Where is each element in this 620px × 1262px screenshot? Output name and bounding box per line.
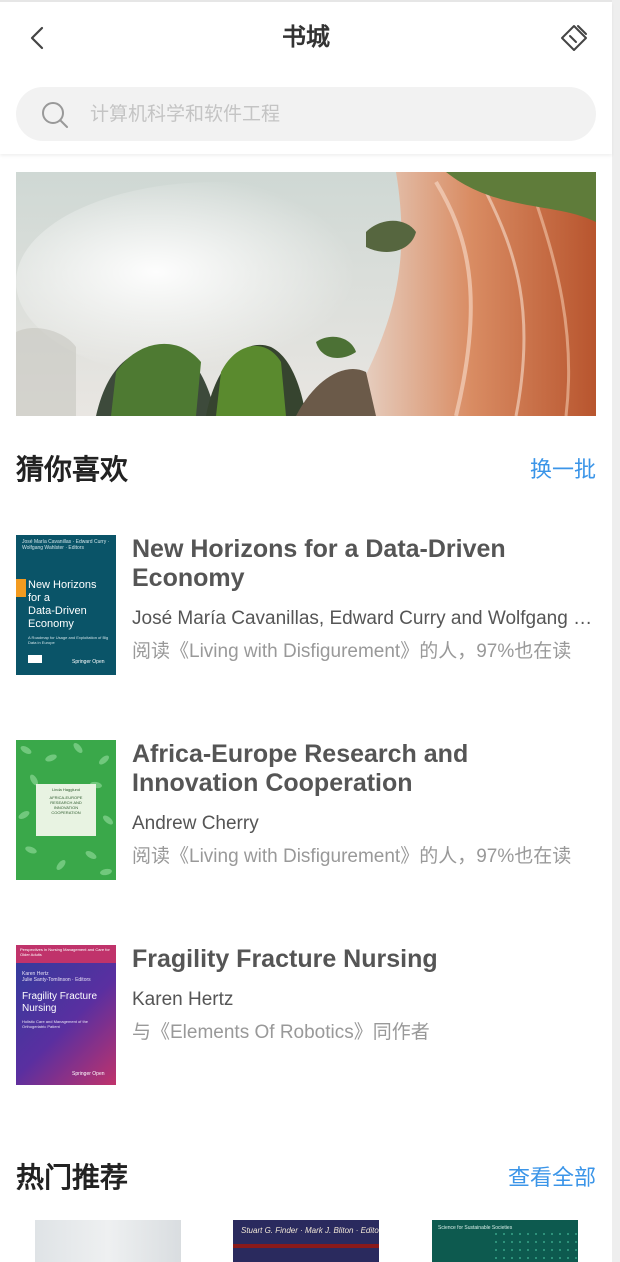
banner-image[interactable] <box>16 172 596 416</box>
hot-cover-stripe <box>233 1244 379 1248</box>
search-input[interactable] <box>88 87 582 143</box>
cover-title-line: Nursing <box>22 1003 57 1014</box>
bookstore-page: 书城 计算机科学和软件工程 猜你喜欢 换一批 José María Cavani… <box>0 0 612 1262</box>
book-item[interactable]: Perspectives in Nursing Management and C… <box>16 945 596 1085</box>
cover-top-text: José María Cavanillas · Edward Curry · W… <box>22 539 110 551</box>
book-info: New Horizons for a Data-Driven Economy J… <box>132 535 596 664</box>
scrollbar[interactable] <box>612 0 620 1262</box>
cover-title-line: Data-Driven <box>28 605 87 617</box>
book-cover: José María Cavanillas · Edward Curry · W… <box>16 535 116 675</box>
page-title: 书城 <box>282 24 330 51</box>
section-title-hot: 热门推荐 <box>16 1162 129 1193</box>
hot-book-cover[interactable]: Science for Sustainable Societies <box>432 1220 578 1262</box>
cover-title: AFRICA-EUROPE RESEARCH AND INNOVATION CO… <box>38 795 94 815</box>
book-cover: Perspectives in Nursing Management and C… <box>16 945 116 1085</box>
book-reason: 与《Elements Of Robotics》同作者 <box>132 1022 430 1043</box>
search-bar[interactable] <box>16 87 596 143</box>
book-title: Fragility Fracture Nursing <box>132 945 438 973</box>
cover-subtitle-line: Orthogeriatric Patient <box>22 1024 60 1029</box>
cover-stripe <box>16 579 26 597</box>
hot-book-cover[interactable]: Stuart G. Finder · Mark J. Bliton · Edit… <box>233 1220 379 1262</box>
book-author: Karen Hertz <box>132 989 234 1010</box>
cover-title-line: Economy <box>28 618 74 630</box>
hot-cover-pattern <box>492 1230 578 1262</box>
ticket-icon <box>561 25 587 51</box>
book-title: New Horizons for a Data-Driven Economy <box>132 535 506 592</box>
sign-in-button[interactable] <box>558 22 590 54</box>
cover-publisher: Springer Open <box>72 1071 105 1077</box>
guess-section-header: 猜你喜欢 换一批 <box>16 450 596 490</box>
cover-title: Fragility Fracture Nursing <box>22 991 114 1015</box>
cover-logo <box>28 655 42 663</box>
waterfall-image <box>16 172 596 416</box>
cover-top-text: Perspectives in Nursing Management and C… <box>20 947 110 957</box>
book-info: Fragility Fracture Nursing Karen Hertz 与… <box>132 945 596 1045</box>
cover-title-line: Fragility Fracture <box>22 991 98 1002</box>
book-reason: 阅读《Living with Disfigurement》的人，97%也在读 <box>132 846 572 867</box>
cover-top-text: Linda Hagglund <box>51 787 81 792</box>
hot-cover-text: Stuart G. Finder · Mark J. Bliton · Edit… <box>241 1226 379 1235</box>
book-item[interactable]: José María Cavanillas · Edward Curry · W… <box>16 535 596 675</box>
cover-title: New Horizons for a Data-Driven Economy <box>28 579 114 631</box>
book-author: Andrew Cherry <box>132 813 259 834</box>
search-icon <box>42 102 68 128</box>
hot-section-header: 热门推荐 查看全部 <box>16 1158 596 1198</box>
section-title-guess: 猜你喜欢 <box>16 454 129 485</box>
cover-publisher: Springer Open <box>72 659 105 665</box>
header: 书城 <box>0 2 612 154</box>
cover-title-line: New Horizons <box>28 579 97 591</box>
cover-editor: Julie Santy-Tomlinson · Editors <box>22 977 91 983</box>
cover-title-line: for a <box>28 592 51 604</box>
book-reason: 阅读《Living with Disfigurement》的人，97%也在读 <box>132 641 572 662</box>
book-author: José María Cavanillas, Edward Curry and … <box>132 608 596 629</box>
cover-editors: Karen Hertz Julie Santy-Tomlinson · Edit… <box>22 971 112 983</box>
cover-subtitle: Holistic Care and Management of the Orth… <box>22 1019 112 1029</box>
refresh-button[interactable]: 换一批 <box>530 450 596 490</box>
book-info: Africa-Europe Research and Innovation Co… <box>132 740 596 869</box>
cover-subtitle: A Roadmap for Usage and Exploitation of … <box>28 635 109 645</box>
book-item[interactable]: Linda Hagglund AFRICA-EUROPE RESEARCH AN… <box>16 740 596 880</box>
hot-book-cover[interactable] <box>35 1220 181 1262</box>
cover-title-line: COOPERATION <box>51 810 81 815</box>
book-title: Africa-Europe Research and Innovation Co… <box>132 740 469 797</box>
hot-cover-text <box>35 1220 181 1228</box>
book-cover: Linda Hagglund AFRICA-EUROPE RESEARCH AN… <box>16 740 116 880</box>
view-all-button[interactable]: 查看全部 <box>508 1158 596 1198</box>
